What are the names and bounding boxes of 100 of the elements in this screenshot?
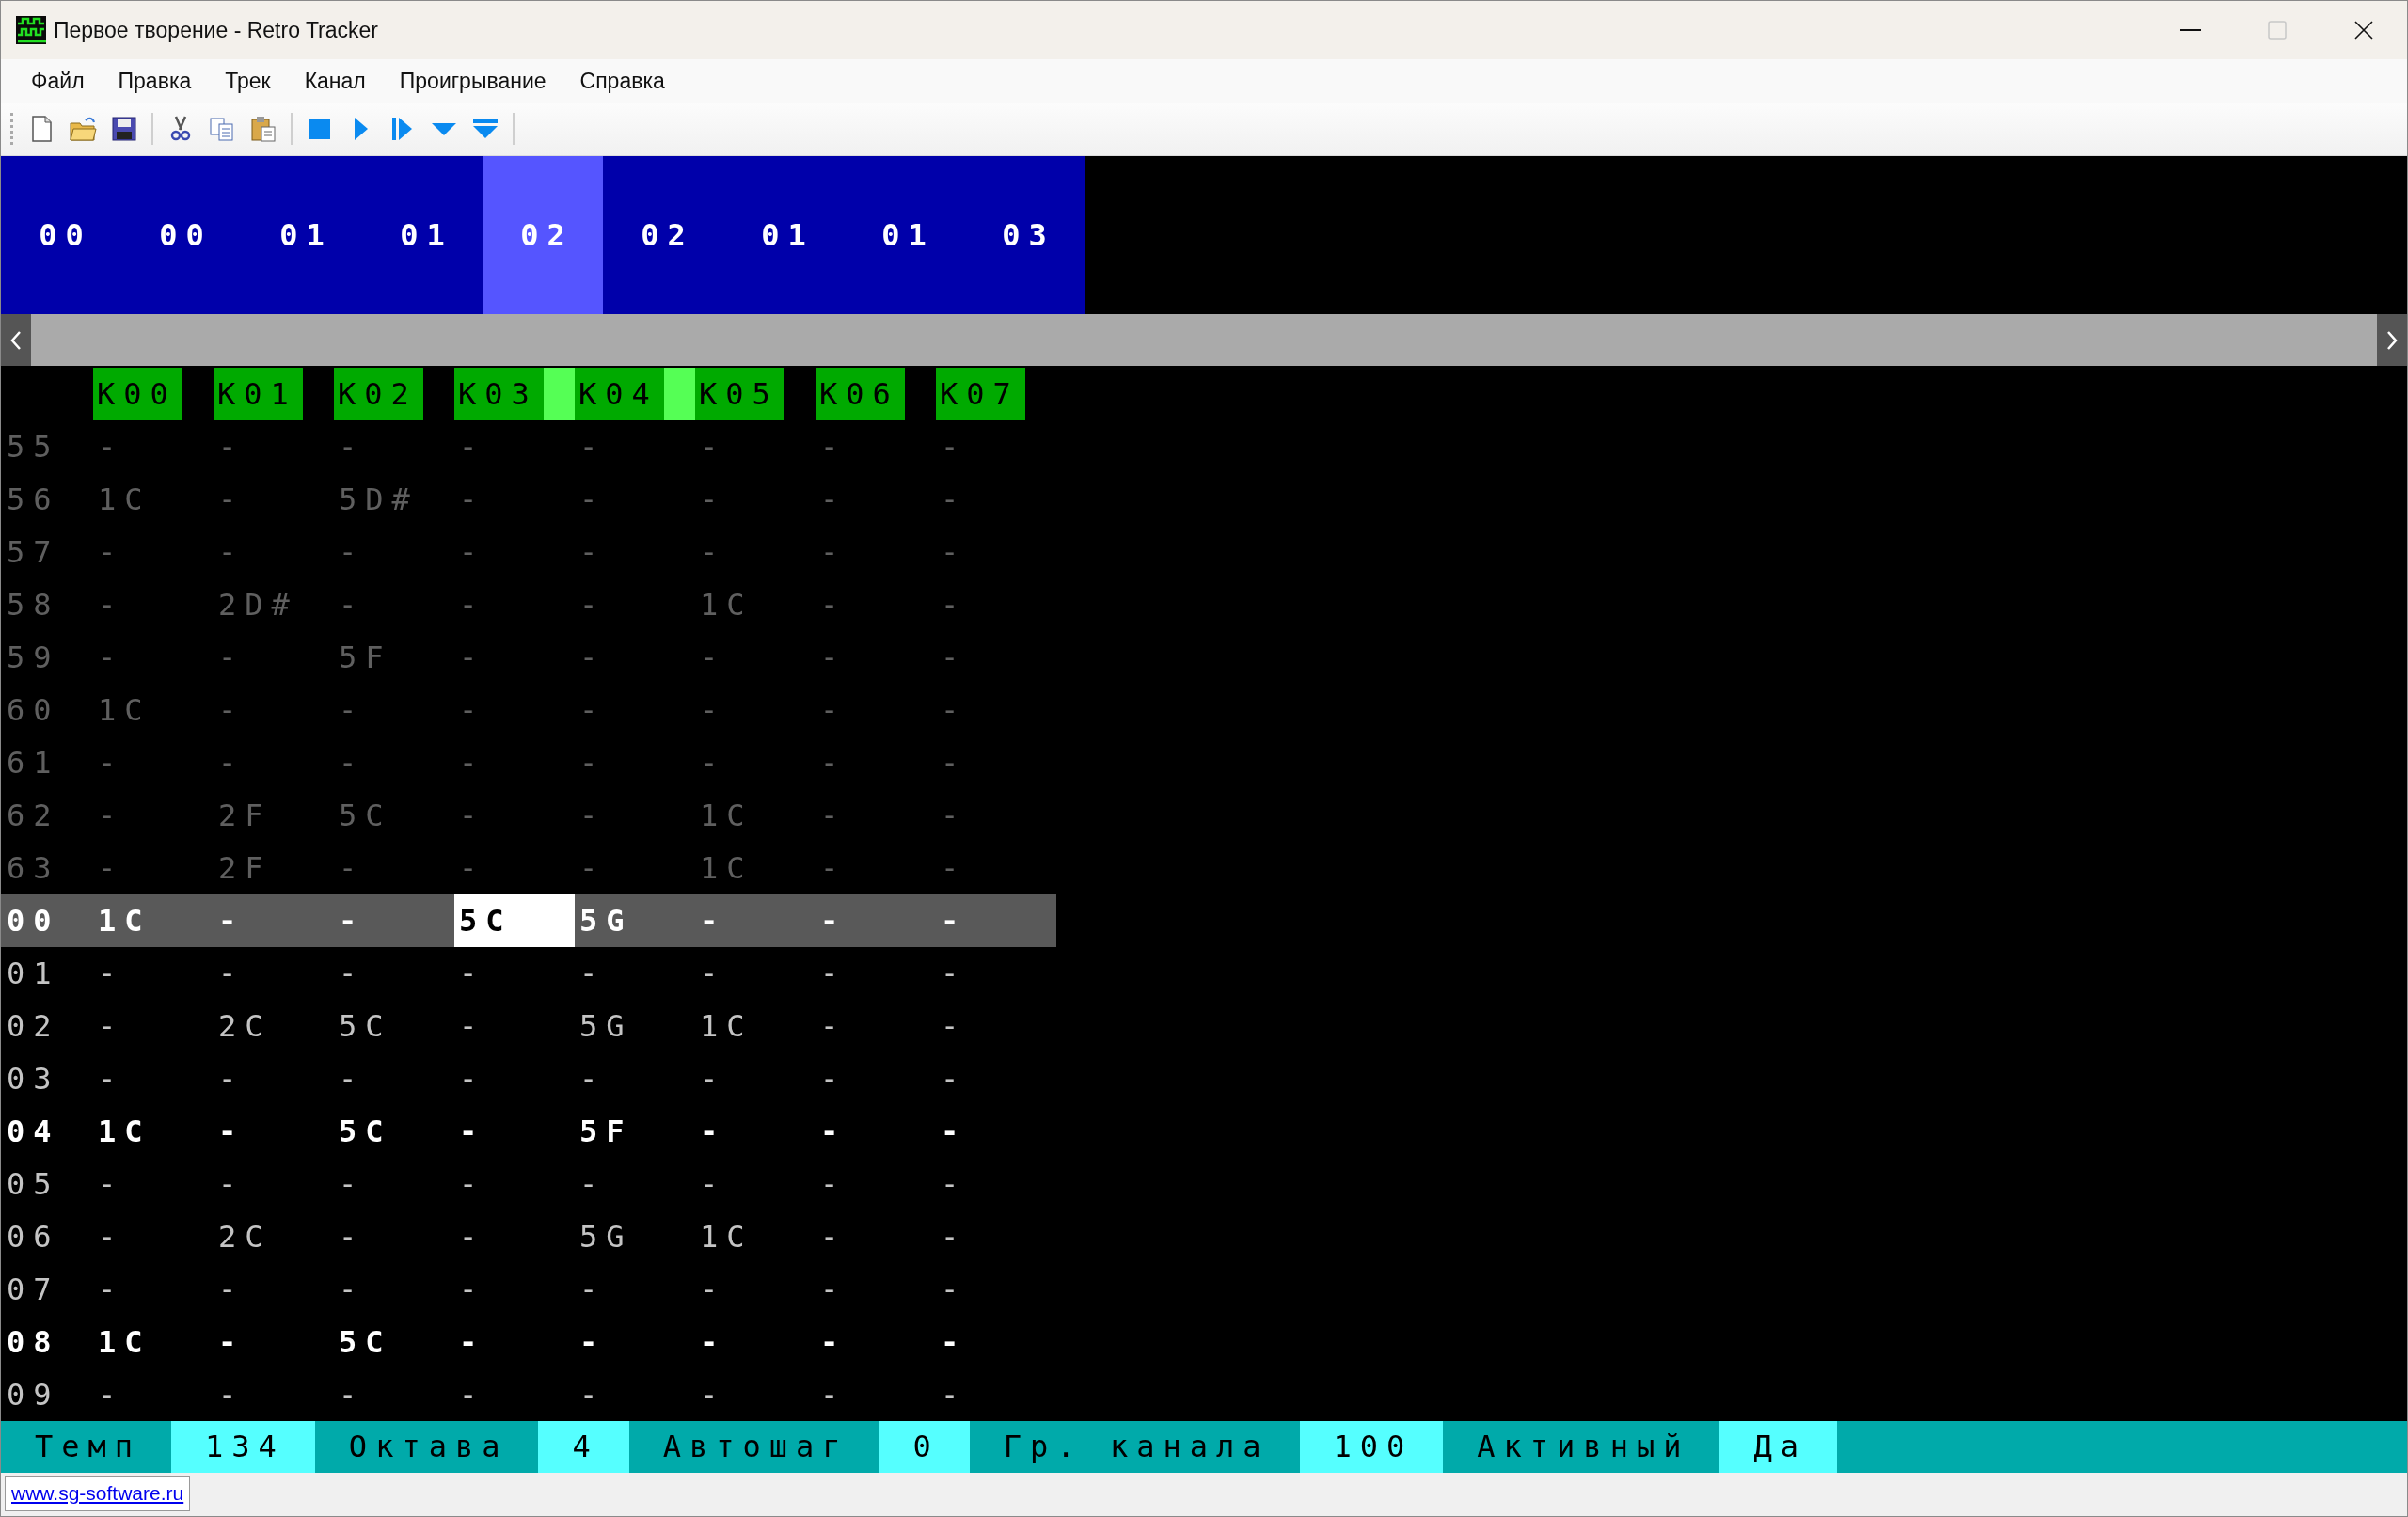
note-cell[interactable]: - (936, 894, 1056, 947)
status-value[interactable]: 4 (538, 1421, 629, 1473)
channel-header[interactable]: К00 (93, 368, 182, 420)
note-cell[interactable]: - (936, 1000, 1056, 1052)
note-cell[interactable]: - (816, 1368, 936, 1421)
scroll-right-button[interactable] (2377, 314, 2407, 366)
menu-item[interactable]: Канал (287, 64, 383, 98)
note-cell[interactable]: - (695, 1263, 816, 1316)
note-cell[interactable]: 5G (575, 1000, 695, 1052)
note-cell[interactable]: 5C (334, 1105, 454, 1158)
note-cell[interactable]: 1C (93, 1316, 214, 1368)
note-cell[interactable]: - (575, 1368, 695, 1421)
note-cell[interactable]: - (454, 1368, 575, 1421)
note-cell[interactable]: - (334, 1052, 454, 1105)
note-cell[interactable]: 1C (695, 1000, 816, 1052)
note-cell[interactable]: - (334, 947, 454, 1000)
pattern-order-cell[interactable]: 01 (844, 156, 964, 314)
note-cell[interactable]: - (93, 1263, 214, 1316)
note-cell[interactable]: - (695, 947, 816, 1000)
note-cell[interactable]: - (936, 1316, 1056, 1368)
note-cell[interactable]: - (214, 947, 334, 1000)
clipboard-icon[interactable] (249, 115, 277, 143)
note-cell[interactable]: 5G (575, 1210, 695, 1263)
note-cell[interactable]: - (816, 1000, 936, 1052)
note-cell[interactable]: 2C (214, 1000, 334, 1052)
note-cell[interactable]: 1C (93, 894, 214, 947)
note-cell[interactable]: - (93, 947, 214, 1000)
pattern-order-cell[interactable]: 01 (362, 156, 483, 314)
status-value[interactable]: Да (1719, 1421, 1837, 1473)
note-cell[interactable]: - (93, 1368, 214, 1421)
note-cell[interactable]: - (214, 1263, 334, 1316)
note-cell[interactable]: - (695, 1368, 816, 1421)
pattern-order-cell[interactable]: 00 (121, 156, 242, 314)
note-cell[interactable]: - (334, 894, 454, 947)
note-cell[interactable]: - (936, 1263, 1056, 1316)
note-cell[interactable]: - (454, 947, 575, 1000)
note-cell[interactable]: - (454, 1052, 575, 1105)
note-cell[interactable]: - (334, 1263, 454, 1316)
note-cell[interactable]: - (334, 1368, 454, 1421)
note-cell[interactable]: - (936, 1105, 1056, 1158)
pattern-order-cell[interactable]: 02 (483, 156, 603, 314)
status-value[interactable]: 134 (171, 1421, 315, 1473)
note-cell[interactable]: - (936, 1158, 1056, 1210)
menu-item[interactable]: Файл (14, 64, 102, 98)
note-cell[interactable]: - (816, 1210, 936, 1263)
note-cell[interactable]: - (214, 894, 334, 947)
menu-item[interactable]: Трек (208, 64, 288, 98)
pattern-order-cell[interactable]: 03 (964, 156, 1085, 314)
channel-header[interactable]: К06 (816, 368, 905, 420)
channel-header[interactable]: К03 (454, 368, 575, 420)
note-cell[interactable]: - (816, 1052, 936, 1105)
note-cell[interactable]: - (214, 1368, 334, 1421)
note-cell[interactable]: - (695, 1316, 816, 1368)
note-cell[interactable]: - (334, 1158, 454, 1210)
note-cell[interactable]: - (93, 1158, 214, 1210)
note-cell[interactable]: - (816, 1316, 936, 1368)
note-cell[interactable]: - (454, 1210, 575, 1263)
note-cell[interactable]: - (575, 947, 695, 1000)
note-cell[interactable]: - (575, 1158, 695, 1210)
folder-icon[interactable] (69, 115, 97, 143)
status-value[interactable]: 100 (1299, 1421, 1444, 1473)
note-cell[interactable]: - (214, 1158, 334, 1210)
note-cell[interactable]: 5F (575, 1105, 695, 1158)
note-cell[interactable]: 2C (214, 1210, 334, 1263)
current-row[interactable]: 00 1C - - 5C 5G - - - (1, 894, 1056, 947)
note-cell[interactable]: - (575, 1263, 695, 1316)
note-cell[interactable]: - (816, 1105, 936, 1158)
note-cell[interactable]: 5C (454, 894, 575, 947)
note-cell[interactable]: 1C (93, 1105, 214, 1158)
channel-header[interactable]: К02 (334, 368, 423, 420)
pattern-order-cell[interactable]: 02 (603, 156, 723, 314)
note-cell[interactable]: - (93, 1210, 214, 1263)
channel-header[interactable]: К05 (695, 368, 784, 420)
note-cell[interactable]: - (214, 1052, 334, 1105)
menu-item[interactable]: Правка (101, 64, 209, 98)
note-cell[interactable]: - (816, 1158, 936, 1210)
channel-header[interactable]: К04 (575, 368, 695, 420)
pattern-order-cell[interactable]: 00 (1, 156, 121, 314)
note-cell[interactable]: - (695, 1158, 816, 1210)
note-cell[interactable]: - (575, 1052, 695, 1105)
note-cell[interactable]: - (454, 1263, 575, 1316)
note-cell[interactable]: 1C (695, 1210, 816, 1263)
note-cell[interactable]: 5G (575, 894, 695, 947)
scroll-left-button[interactable] (1, 314, 31, 366)
note-cell[interactable]: - (936, 1052, 1056, 1105)
note-cell[interactable]: - (816, 947, 936, 1000)
note-cell[interactable]: - (816, 894, 936, 947)
horizontal-scrollbar[interactable] (1, 314, 2407, 366)
note-cell[interactable]: - (93, 1052, 214, 1105)
channel-header[interactable]: К07 (936, 368, 1025, 420)
note-cell[interactable]: - (695, 894, 816, 947)
note-cell[interactable]: - (93, 1000, 214, 1052)
status-value[interactable]: 0 (879, 1421, 970, 1473)
note-cell[interactable]: - (454, 1000, 575, 1052)
website-link[interactable]: www.sg-software.ru (5, 1476, 191, 1511)
note-cell[interactable]: - (936, 947, 1056, 1000)
note-cell[interactable]: - (936, 1368, 1056, 1421)
note-cell[interactable]: - (214, 1105, 334, 1158)
menu-item[interactable]: Проигрывание (382, 64, 563, 98)
note-cell[interactable]: - (695, 1052, 816, 1105)
